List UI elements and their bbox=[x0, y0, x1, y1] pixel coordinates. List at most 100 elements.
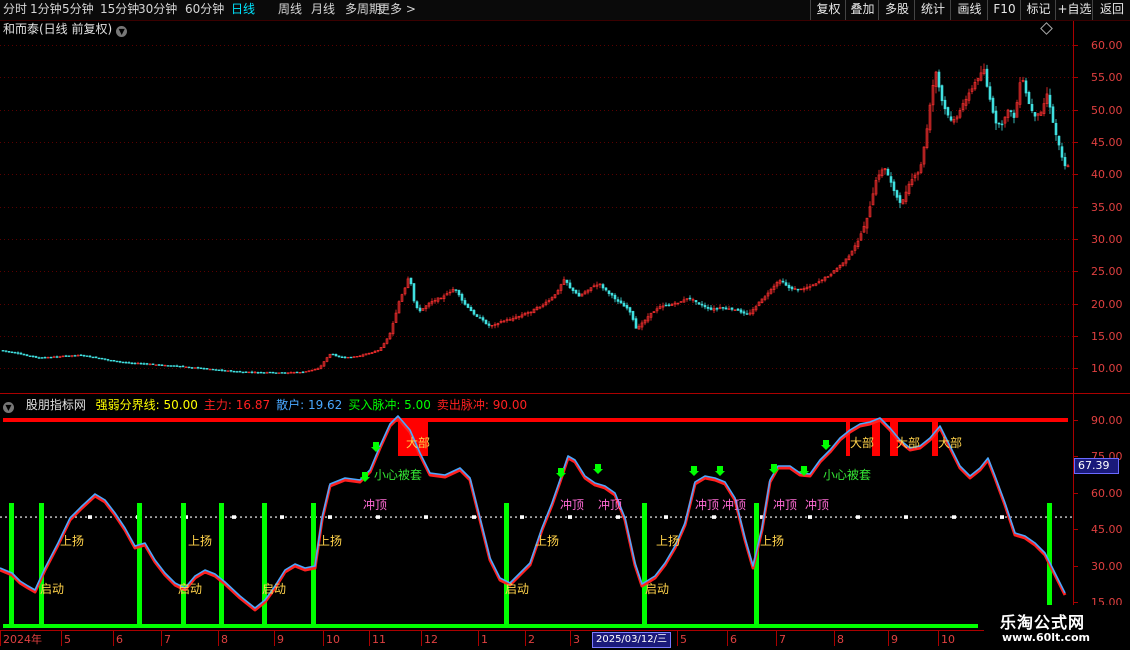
candle-body bbox=[991, 97, 995, 113]
candle-body bbox=[1048, 94, 1052, 108]
signal-label-rise: 上扬 bbox=[760, 533, 784, 548]
candle-body bbox=[466, 303, 470, 308]
candle-body bbox=[190, 367, 194, 369]
candle-body bbox=[25, 354, 29, 357]
candle-body bbox=[1000, 123, 1004, 126]
candle-body bbox=[175, 365, 179, 367]
price-tick-label: 55.00 bbox=[1091, 71, 1123, 84]
candle-body bbox=[106, 359, 110, 361]
candle-body bbox=[742, 311, 746, 314]
x-axis-label: 6 bbox=[730, 633, 737, 646]
candle-body bbox=[214, 369, 218, 371]
candle-body bbox=[622, 302, 626, 307]
candle-body bbox=[166, 365, 170, 367]
candle-body bbox=[121, 361, 125, 364]
buy-pulse-bar bbox=[219, 503, 224, 627]
candle-body bbox=[994, 110, 998, 124]
divider-marker bbox=[808, 515, 812, 519]
arrow-down-icon bbox=[593, 464, 603, 474]
candle-body bbox=[91, 356, 95, 359]
candle-body bbox=[349, 356, 353, 359]
candle-body bbox=[478, 317, 482, 319]
x-axis-label: 10 bbox=[941, 633, 955, 646]
candle-body bbox=[787, 284, 791, 289]
candle-body bbox=[337, 355, 341, 358]
candle-body bbox=[16, 352, 20, 354]
candle-body bbox=[340, 356, 344, 358]
candle-body bbox=[568, 282, 572, 289]
candle-body bbox=[616, 299, 620, 302]
signal-label-peak: 冲顶 bbox=[695, 497, 719, 512]
candle-body bbox=[481, 317, 485, 321]
signal-label-peak: 冲顶 bbox=[598, 497, 622, 512]
buy-pulse-bar bbox=[39, 503, 44, 627]
buy-pulse-bar bbox=[181, 503, 186, 627]
candle-body bbox=[487, 323, 491, 326]
divider-marker bbox=[520, 515, 524, 519]
candle-body bbox=[88, 355, 92, 358]
candle-body bbox=[235, 371, 239, 373]
signal-label-rise: 上扬 bbox=[656, 533, 680, 548]
candle-body bbox=[1012, 112, 1016, 118]
candle-body bbox=[415, 301, 419, 309]
candle-body bbox=[250, 371, 254, 374]
chart-canvas[interactable]: 60.00 55.00 50.00 45.00 40.00 35.00 30.00 25.00… bbox=[0, 0, 1130, 650]
candle-body bbox=[301, 371, 305, 374]
signal-label-start: 启动 bbox=[262, 582, 286, 596]
signal-label-top: 大部 bbox=[406, 435, 430, 450]
candle-body bbox=[256, 372, 260, 374]
candle-body bbox=[130, 362, 134, 365]
indicator-tick-label: 90.00 bbox=[1091, 414, 1123, 427]
candle-body bbox=[109, 359, 113, 362]
candle-body bbox=[184, 366, 188, 368]
divider-marker bbox=[88, 515, 92, 519]
current-value-badge: 67.39 bbox=[1074, 458, 1119, 474]
candle-body bbox=[244, 371, 248, 373]
signal-label-top: 大部 bbox=[896, 435, 920, 450]
divider-marker bbox=[424, 515, 428, 519]
candle-body bbox=[457, 290, 461, 296]
candle-body bbox=[4, 350, 8, 352]
candle-body bbox=[997, 122, 1001, 125]
candle-body bbox=[178, 365, 182, 368]
candle-body bbox=[565, 279, 569, 283]
candle-body bbox=[610, 293, 614, 296]
candle-body bbox=[886, 168, 890, 176]
signal-label-warn: 小心被套 bbox=[823, 468, 871, 482]
candle-body bbox=[262, 372, 266, 374]
divider-marker bbox=[280, 515, 284, 519]
x-axis-label: 8 bbox=[221, 633, 228, 646]
candle-body bbox=[409, 277, 413, 285]
candle-body bbox=[619, 300, 623, 304]
x-axis-label: 1 bbox=[481, 633, 488, 646]
candle-body bbox=[1024, 80, 1028, 94]
signal-label-rise: 上扬 bbox=[535, 533, 559, 548]
candle-body bbox=[142, 363, 146, 365]
candle-body bbox=[940, 85, 944, 102]
candle-body bbox=[196, 367, 200, 369]
candle-body bbox=[604, 287, 608, 291]
candle-body bbox=[223, 370, 227, 372]
candle-body bbox=[736, 308, 740, 311]
candle-body bbox=[100, 357, 104, 360]
candle-body bbox=[124, 362, 128, 364]
candle-body bbox=[781, 280, 785, 283]
candle-body bbox=[703, 305, 707, 308]
candle-body bbox=[724, 307, 728, 310]
candle-body bbox=[739, 309, 743, 313]
divider-marker bbox=[568, 515, 572, 519]
candle-body bbox=[1060, 146, 1064, 158]
candle-body bbox=[985, 68, 989, 87]
signal-label-rise: 上扬 bbox=[318, 533, 342, 548]
x-axis-label: 3 bbox=[573, 633, 580, 646]
candle-body bbox=[418, 307, 422, 312]
indicator-tick-label: 45.00 bbox=[1091, 523, 1123, 536]
indicator-tick-label: 60.00 bbox=[1091, 487, 1123, 500]
candle-body bbox=[1033, 112, 1037, 117]
candle-body bbox=[115, 360, 119, 363]
candle-body bbox=[7, 351, 11, 353]
candle-body bbox=[202, 368, 206, 370]
candle-body bbox=[790, 286, 794, 290]
candle-body bbox=[898, 195, 902, 203]
candle-body bbox=[721, 307, 725, 309]
